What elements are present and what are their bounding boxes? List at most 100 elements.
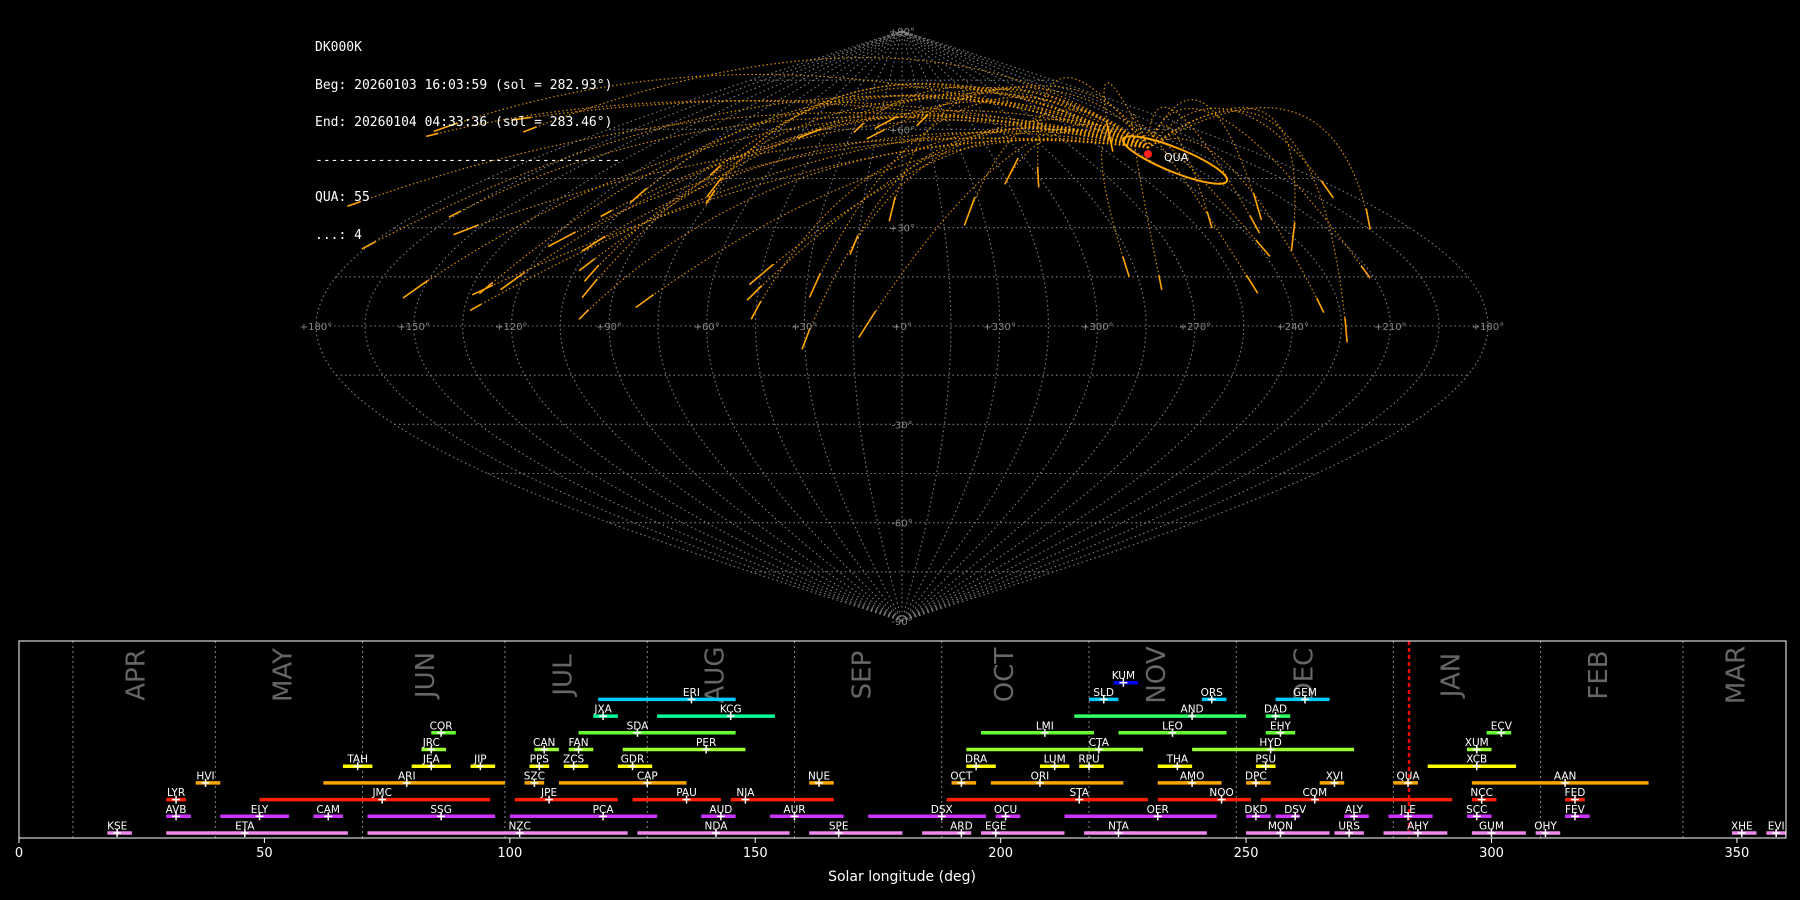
- month-label: OCT: [990, 648, 1020, 703]
- radiant-label: QUA: [1164, 151, 1189, 164]
- shower-code-label: NIA: [736, 787, 755, 799]
- meteor-trail: [849, 127, 1149, 255]
- x-axis: 0 50 100 150 200 250 300 350: [15, 838, 1749, 861]
- sky-map: +180° +150° +120° +90° +60° +30° +0° +330° +300°…: [300, 27, 1504, 628]
- longitude-label: +180°: [1472, 322, 1504, 333]
- shower-code-label: DKD: [1244, 804, 1267, 816]
- latitude-label: +90°: [889, 27, 915, 38]
- meteor-segment: [1122, 256, 1130, 277]
- meteor-segment: [750, 300, 762, 320]
- shower-code-label: JXA: [593, 704, 612, 716]
- meteor-segment: [1206, 211, 1213, 229]
- shower-code-label: JLE: [1399, 804, 1416, 816]
- latitude-label: +60°: [889, 125, 915, 136]
- longitude-label: +300°: [1081, 322, 1113, 333]
- sporadic-count: ...: 4: [315, 227, 362, 243]
- shower-code-label: NTA: [1108, 821, 1129, 833]
- shower-code-label: JMC: [371, 787, 392, 799]
- meteor-segment: [1255, 239, 1271, 257]
- meteor-trail: [801, 126, 1149, 350]
- latitude-label: -60°: [891, 519, 912, 530]
- meteor-segment: [706, 177, 723, 198]
- shower-code-label: OCU: [994, 804, 1017, 816]
- shower-code-label: AHY: [1407, 821, 1429, 833]
- shower-code-label: SZC: [524, 770, 545, 782]
- longitude-label: +30°: [791, 322, 817, 333]
- meteor-segment: [635, 293, 655, 309]
- shower-code-label: SDA: [627, 720, 650, 732]
- shower-code-label: ZCS: [563, 754, 585, 766]
- shower-code-label: JEA: [422, 754, 441, 766]
- shower-code-label: HYD: [1259, 737, 1281, 749]
- meteor-segment: [1036, 166, 1040, 188]
- shower-code-label: THA: [1166, 754, 1189, 766]
- meteor-trail: [629, 94, 1149, 204]
- shower-code-label: LUM: [1044, 754, 1066, 766]
- shower-timeline: APR MAY JUN JUL AUG SEP OCT NOV DEC JAN FEB MAR KUM…: [15, 640, 1787, 885]
- shower-code-label: NCC: [1470, 787, 1493, 799]
- shower-code-label: HVI: [196, 770, 214, 782]
- info-box: DK000K Beg: 20260103 16:03:59 (sol = 282…: [315, 17, 620, 267]
- month-label: APR: [121, 649, 151, 701]
- longitude-label: +330°: [983, 322, 1015, 333]
- shower-code-label: SCC: [1466, 804, 1487, 816]
- shower-code-label: DSV: [1284, 804, 1307, 816]
- meteor-trail: [1147, 107, 1296, 251]
- shower-code-label: LYR: [167, 787, 185, 799]
- shower-code-label: AMO: [1180, 770, 1205, 782]
- shower-code-label: PCA: [593, 804, 615, 816]
- month-label: MAY: [269, 648, 299, 702]
- meteor-trail: [581, 131, 1149, 252]
- meteor-segment: [578, 309, 590, 320]
- meteor-segment: [1004, 157, 1019, 185]
- x-tick-label: 0: [15, 846, 23, 861]
- x-tick-label: 250: [1234, 846, 1259, 861]
- shower-code-label: NZC: [508, 821, 530, 833]
- shower-code-label: XCB: [1466, 754, 1487, 766]
- meteor-segment: [888, 196, 896, 222]
- shower-code-label: SPE: [829, 821, 849, 833]
- shower-code-label: LMI: [1036, 720, 1054, 732]
- meteor-segment: [500, 271, 525, 291]
- x-tick-label: 350: [1725, 846, 1750, 861]
- shower-code-label: ETA: [235, 821, 255, 833]
- meteor-trail: [578, 139, 1149, 320]
- shower-code-label: ORS: [1201, 687, 1224, 699]
- shower-code-label: DPC: [1245, 770, 1267, 782]
- longitude-label: +0°: [892, 322, 912, 333]
- x-tick-label: 100: [497, 846, 522, 861]
- month-label: JUL: [548, 654, 578, 698]
- longitude-label: +90°: [596, 322, 622, 333]
- month-label: SEP: [848, 651, 878, 700]
- shower-code-label: FEV: [1565, 804, 1586, 816]
- shower-code-label: ELY: [251, 804, 269, 816]
- shower-code-label: AUD: [709, 804, 732, 816]
- shower-code-label: FED: [1565, 787, 1586, 799]
- meteor-trail: [1100, 130, 1149, 277]
- shower-code-label: GUM: [1479, 821, 1504, 833]
- meteor-segment: [1315, 297, 1325, 313]
- info-separator: ---------------------------------------: [315, 152, 621, 168]
- shower-code-label: DSX: [931, 804, 953, 816]
- meteor-segment: [469, 303, 482, 312]
- shower-code-label: AAN: [1554, 770, 1577, 782]
- shower-code-label: OER: [1147, 804, 1169, 816]
- shower-code-label: JIP: [473, 754, 487, 766]
- shower-code-label: URS: [1338, 821, 1360, 833]
- shower-code-label: KSE: [107, 821, 127, 833]
- month-label: AUG: [700, 647, 730, 704]
- shower-code-label: AND: [1181, 704, 1204, 716]
- shower-code-label: GDR: [621, 754, 645, 766]
- meteor-segment: [1158, 275, 1163, 291]
- month-label: NOV: [1142, 646, 1172, 703]
- x-tick-label: 200: [988, 846, 1013, 861]
- shower-code-label: NDA: [705, 821, 729, 833]
- meteor-trail: [746, 119, 1149, 301]
- longitude-label: +240°: [1276, 322, 1308, 333]
- shower-code-label: AUR: [783, 804, 805, 816]
- shower-code-label: NOO: [1209, 787, 1233, 799]
- shower-code-label: NUE: [808, 770, 830, 782]
- meteor-trail: [1004, 129, 1149, 185]
- meridian-line: [803, 30, 903, 622]
- month-label: JAN: [1437, 653, 1467, 699]
